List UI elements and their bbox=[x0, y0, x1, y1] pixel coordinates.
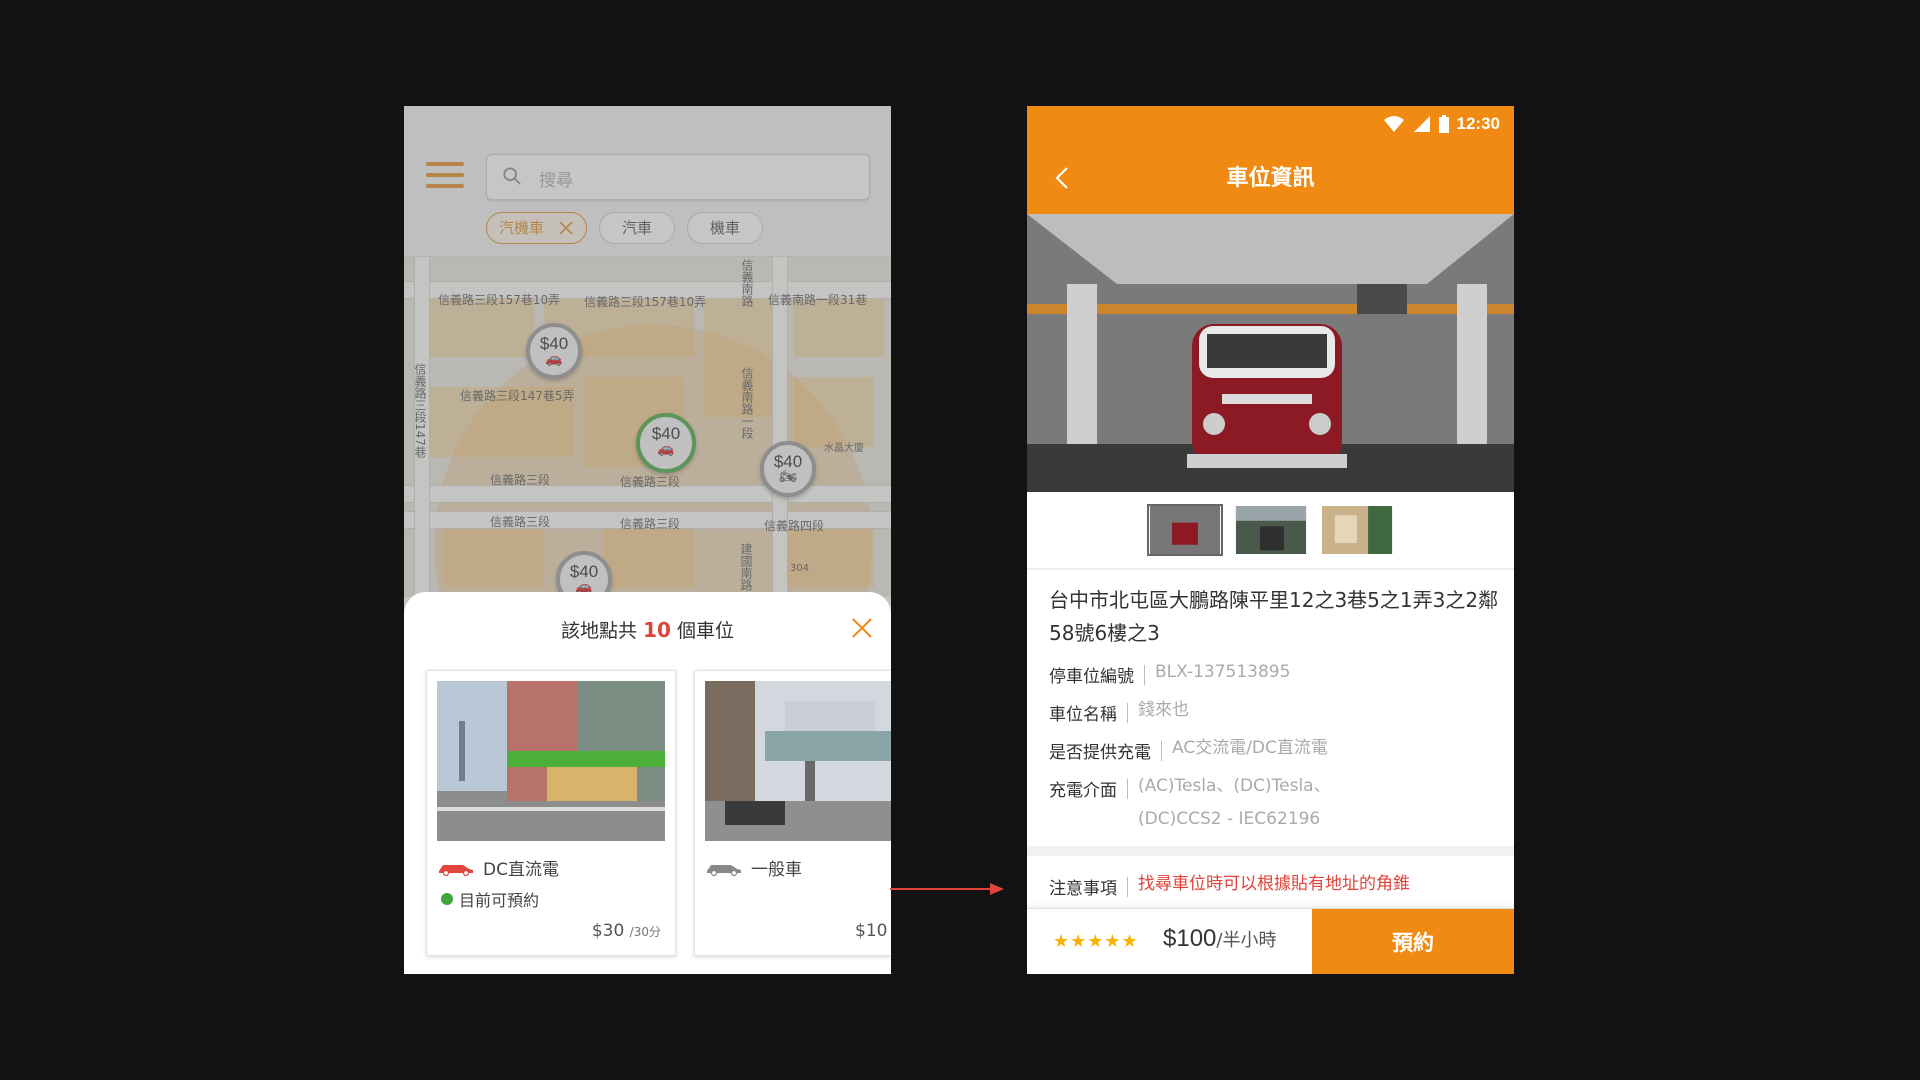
signal-icon bbox=[1413, 116, 1430, 132]
detail-screen: 12:30 車位資訊 台中市北屯區大鵬路陳平里12之3巷5之1弄3之2鄰58號6… bbox=[1027, 106, 1514, 974]
card-price: $30 /30分 bbox=[591, 921, 661, 941]
price: $100/半小時 bbox=[1163, 925, 1277, 952]
status-bar: 12:30 bbox=[1383, 112, 1500, 136]
parking-spot-photo[interactable] bbox=[1027, 214, 1514, 492]
charging-type: AC交流電/DC直流電 bbox=[1172, 738, 1328, 758]
parking-address: 台中市北屯區大鵬路陳平里12之3巷5之1弄3之2鄰58號6樓之3 bbox=[1049, 588, 1499, 645]
thumbnail[interactable] bbox=[1233, 504, 1309, 556]
battery-icon bbox=[1438, 115, 1449, 133]
info-row-notice: 注意事項 找尋車位時可以根據貼有地址的角錐 bbox=[1049, 874, 1410, 901]
info-row-interface: 充電介面 (AC)Tesla、(DC)Tesla、(DC)CCS2 - IEC6… bbox=[1049, 776, 1469, 836]
card-type: DC直流電 bbox=[437, 855, 559, 880]
card-price: $10 bbox=[855, 921, 888, 941]
rating-stars: ★★★★★ bbox=[1053, 931, 1139, 952]
thumbnail[interactable] bbox=[1146, 504, 1223, 556]
photo-thumbnails bbox=[1027, 504, 1514, 560]
parking-photo bbox=[705, 681, 891, 841]
thumbnail[interactable] bbox=[1319, 504, 1395, 556]
info-row-id: 停車位編號 BLX-137513895 bbox=[1049, 662, 1290, 689]
parking-card[interactable]: DC直流電 目前可預約 $30 /30分 bbox=[426, 670, 676, 956]
booking-bar: ★★★★★ $100/半小時 預約 bbox=[1027, 908, 1514, 974]
app-bar: 12:30 車位資訊 bbox=[1027, 106, 1514, 214]
close-icon[interactable] bbox=[850, 616, 874, 640]
card-type-label: 一般車 bbox=[751, 860, 802, 880]
spot-id: BLX-137513895 bbox=[1155, 662, 1291, 682]
page-title: 車位資訊 bbox=[1226, 166, 1315, 191]
sheet-title: 該地點共 10 個車位 bbox=[561, 618, 734, 642]
available-dot-icon bbox=[441, 893, 453, 905]
card-type: 一般車 bbox=[705, 855, 802, 880]
spot-name: 錢來也 bbox=[1138, 700, 1189, 720]
book-button[interactable]: 預約 bbox=[1312, 909, 1514, 974]
info-row-charging: 是否提供充電 AC交流電/DC直流電 bbox=[1049, 738, 1328, 765]
info-row-name: 車位名稱 錢來也 bbox=[1049, 700, 1189, 727]
map-screen: 信義路三段157巷10弄 信義路三段157巷10弄 信義南路一段31巷 信義路三… bbox=[404, 106, 891, 974]
notice-text: 找尋車位時可以根據貼有地址的角錐 bbox=[1138, 874, 1410, 894]
car-icon bbox=[439, 864, 473, 876]
divider bbox=[1027, 568, 1514, 570]
charging-interface: (AC)Tesla、(DC)Tesla、(DC)CCS2 - IEC62196 bbox=[1138, 776, 1331, 829]
card-type-label: DC直流電 bbox=[483, 860, 559, 880]
parking-list-sheet: 該地點共 10 個車位 DC直流電 目前可預約 $30 /30分 一般車 $10 bbox=[404, 592, 891, 974]
car-icon bbox=[707, 864, 741, 876]
parking-card[interactable]: 一般車 $10 bbox=[694, 670, 891, 956]
flow-arrow-icon bbox=[890, 883, 1004, 895]
wifi-icon bbox=[1383, 116, 1404, 132]
availability-status: 目前可預約 bbox=[441, 887, 539, 911]
section-divider bbox=[1027, 846, 1514, 856]
parking-photo bbox=[437, 681, 665, 841]
status-time: 12:30 bbox=[1456, 114, 1500, 133]
spot-count: 10 bbox=[643, 618, 671, 642]
